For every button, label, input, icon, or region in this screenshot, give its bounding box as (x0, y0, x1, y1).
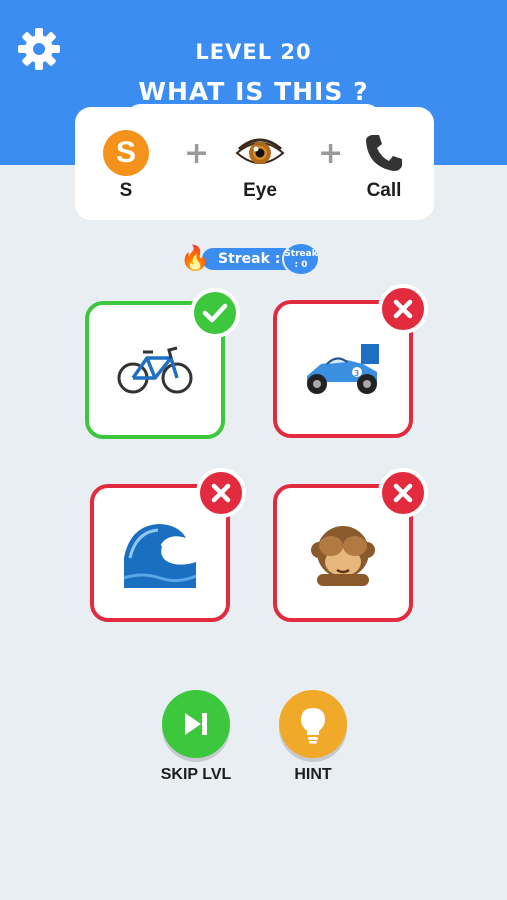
level-label: LEVEL 20 (195, 40, 312, 64)
svg-text:3: 3 (354, 369, 359, 378)
question-title: WHAT IS THIS ? (138, 77, 369, 106)
x-icon (378, 468, 428, 518)
plus-sign: + (318, 136, 344, 171)
clue-label: S (119, 180, 133, 201)
racing-car-icon: 3 (307, 344, 379, 394)
hint-label: HINT (294, 766, 332, 783)
x-icon (378, 284, 428, 334)
clue-call: Call (344, 128, 424, 202)
streak-badge-value: : 0 (294, 260, 308, 270)
clue-eye: Eye (220, 128, 300, 202)
fire-icon: 🔥 (180, 244, 210, 272)
x-icon (196, 468, 246, 518)
skip-level-label: SKIP LVL (160, 766, 232, 783)
skip-level-button[interactable] (162, 690, 230, 758)
telephone-icon (366, 135, 402, 171)
streak-indicator: Streak : 🔥 Streak : 0 (180, 242, 320, 276)
streak-badge: Streak : 0 (282, 242, 320, 276)
check-icon (190, 288, 240, 338)
hint-button[interactable] (279, 690, 347, 758)
skip-next-icon (185, 713, 207, 735)
streak-label: Streak : (218, 251, 281, 267)
streak-badge-title: Streak (284, 249, 318, 259)
lightbulb-icon (301, 708, 325, 744)
eye-icon (235, 138, 285, 164)
clue-label: Eye (243, 180, 277, 201)
water-wave-icon (124, 518, 196, 588)
see-no-evil-monkey-icon (311, 526, 375, 586)
bicycle-icon (117, 346, 193, 394)
letter-s-icon: S (103, 130, 149, 176)
clue-label: Call (366, 180, 402, 201)
clue-s: S S (86, 128, 166, 202)
plus-sign: + (184, 136, 210, 171)
